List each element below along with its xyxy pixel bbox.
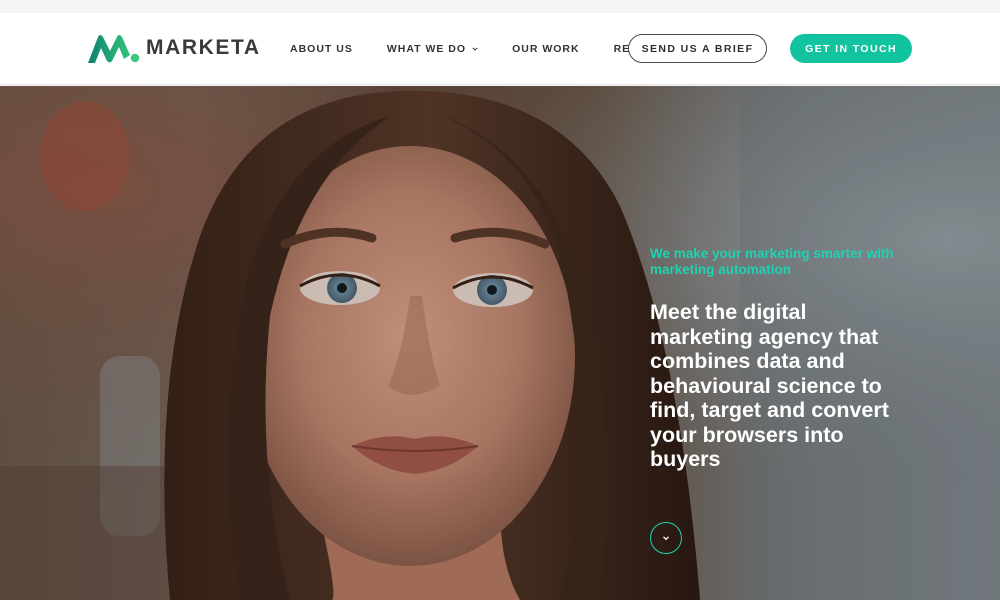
hero-headline: Meet the digital marketing agency that c… — [650, 300, 889, 471]
logo[interactable]: MARKETA — [86, 31, 261, 65]
chevron-down-icon — [663, 536, 669, 541]
hero-section: We make your marketing smarter with mark… — [0, 86, 1000, 600]
logo-text: MARKETA — [146, 36, 261, 59]
logo-mark-icon — [88, 35, 140, 63]
nav-item-our-work[interactable]: OUR WORK — [512, 43, 580, 55]
chevron-down-icon — [472, 47, 478, 51]
scroll-down-button[interactable] — [650, 522, 682, 554]
hero-tagline: We make your marketing smarter with mark… — [650, 246, 894, 277]
nav-item-about-us[interactable]: ABOUT US — [290, 43, 353, 55]
site-header: MARKETA ABOUT US WHAT WE DO OUR WORK RES… — [0, 13, 1000, 85]
get-in-touch-button[interactable]: GET IN TOUCH — [790, 34, 912, 63]
nav-item-what-we-do[interactable]: WHAT WE DO — [387, 43, 478, 55]
send-brief-button[interactable]: SEND US A BRIEF — [628, 34, 767, 63]
nav-item-label: ABOUT US — [290, 43, 353, 55]
nav-item-label: WHAT WE DO — [386, 43, 467, 55]
top-strip — [0, 0, 1000, 13]
nav-item-label: OUR WORK — [512, 43, 580, 55]
